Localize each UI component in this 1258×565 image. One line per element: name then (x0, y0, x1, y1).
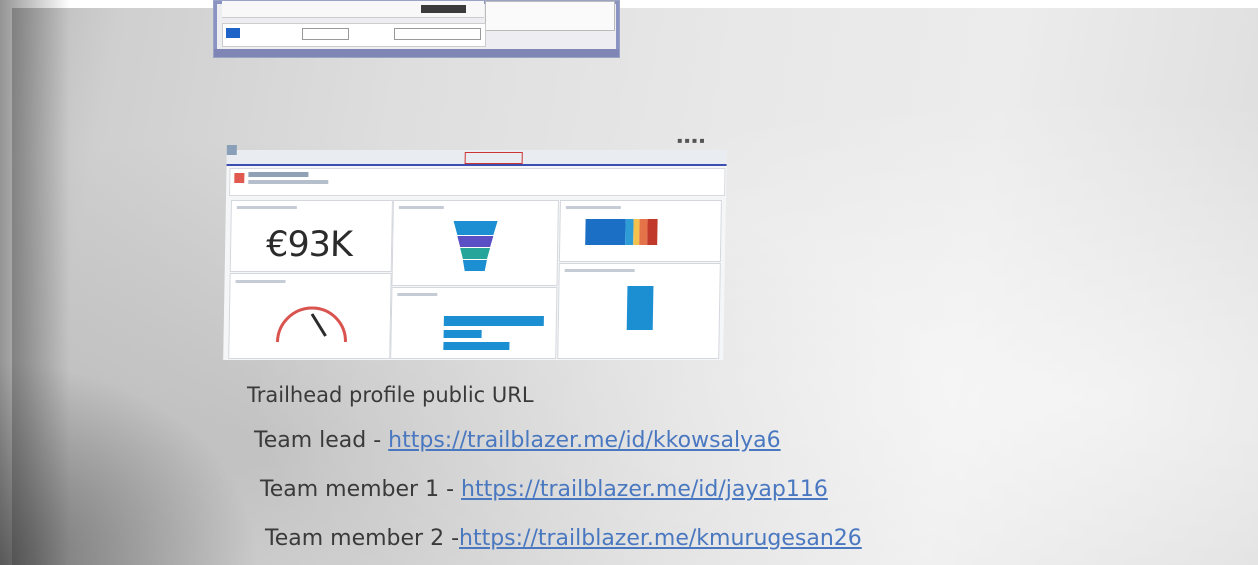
dashboards-tab-highlight (464, 152, 523, 164)
team-member-1-row: Team member 1 - https://trailblazer.me/i… (260, 477, 828, 502)
gauge-chart (275, 306, 347, 343)
gauge-arc (275, 306, 347, 343)
bar (443, 316, 544, 326)
card-title (397, 293, 438, 296)
gauge-card (228, 273, 392, 359)
top-screenshot-border (214, 49, 619, 57)
funnel-chart (453, 221, 498, 271)
team-member-1-label: Team member 1 - (260, 477, 461, 502)
team-member-1-link[interactable]: https://trailblazer.me/id/jayap116 (461, 477, 828, 502)
heading: Trailhead profile public URL (247, 383, 534, 407)
dashboard-screenshot: ▪▪▪▪ €93K (223, 136, 727, 360)
team-lead-label: Team lead - (254, 428, 389, 453)
dashboard-icon (234, 173, 245, 183)
metric-card: €93K (229, 200, 393, 272)
card-title (565, 206, 621, 209)
team-lead-row: Team lead - https://trailblazer.me/id/kk… (254, 428, 781, 453)
gauge-needle (310, 313, 327, 337)
bar (443, 330, 482, 338)
page-shadow-corner (0, 360, 260, 565)
dashboard-title (248, 172, 309, 177)
bar-segment (647, 219, 658, 245)
top-screenshot (213, 0, 620, 58)
column (626, 286, 654, 330)
card-title (564, 269, 635, 272)
dashboard-header (229, 168, 726, 196)
stacked-card (558, 200, 722, 262)
stacked-bar (585, 219, 665, 245)
funnel-stage (460, 248, 491, 259)
header-icons: ▪▪▪▪ (676, 136, 707, 145)
team-member-2-label: Team member 2 - (265, 526, 460, 551)
top-screenshot-dark-button (421, 5, 466, 13)
team-member-2-row: Team member 2 -https://trailblazer.me/km… (265, 526, 862, 551)
funnel-stage (453, 221, 498, 235)
bar (443, 342, 510, 350)
dashboard-subtitle (248, 180, 329, 184)
funnel-card (391, 200, 559, 286)
card-title (236, 206, 297, 209)
bar-segment (585, 219, 626, 245)
metric-value: €93K (265, 225, 353, 265)
bar-card (390, 287, 558, 359)
team-lead-link[interactable]: https://trailblazer.me/id/kkowsalya6 (388, 428, 780, 453)
column-card (557, 263, 721, 359)
top-screenshot-button (302, 28, 349, 40)
top-screenshot-primary-button (226, 28, 240, 38)
top-screenshot-button (394, 28, 481, 40)
team-member-2-link[interactable]: https://trailblazer.me/kmurugesan26 (459, 526, 862, 551)
top-screenshot-side-panel (485, 1, 615, 31)
funnel-stage (462, 260, 487, 271)
app-launcher-icon (226, 145, 237, 155)
funnel-stage (457, 236, 494, 247)
